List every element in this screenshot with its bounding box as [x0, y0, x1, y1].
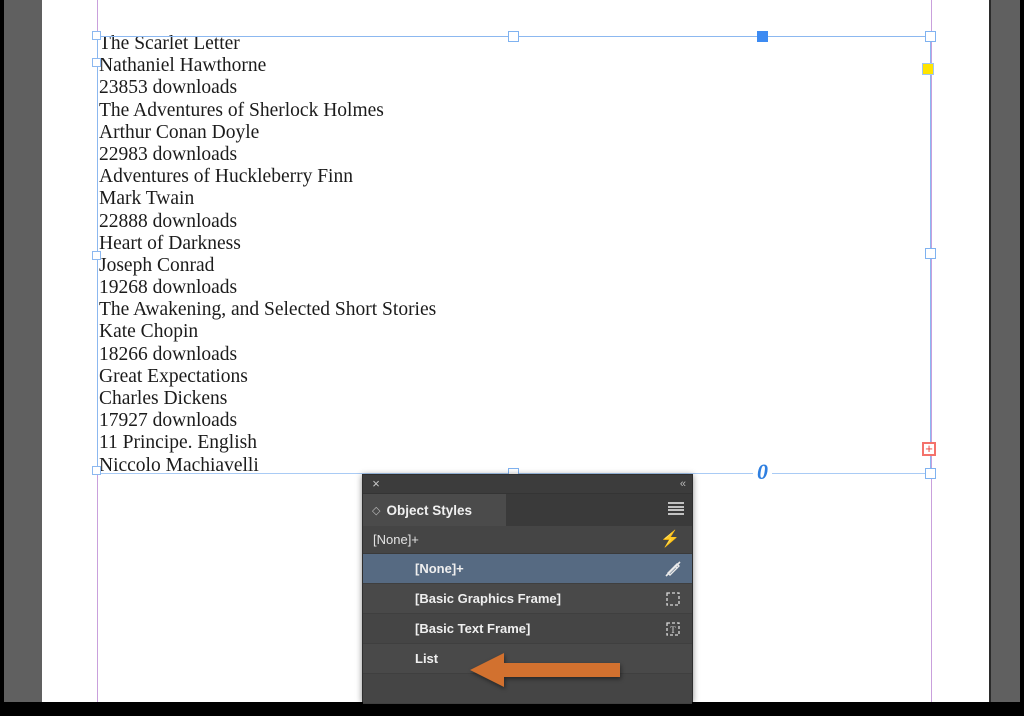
text-outport[interactable]	[92, 466, 101, 475]
svg-text:T: T	[670, 625, 676, 635]
margin-guide-right	[931, 0, 932, 702]
style-name: [Basic Text Frame]	[415, 621, 531, 636]
current-style-field[interactable]: [None]+ ⚡	[363, 526, 692, 554]
page-edge	[989, 0, 991, 702]
style-row-basic-text-frame[interactable]: [Basic Text Frame] T	[363, 614, 692, 644]
panel-grip-icon: ◇	[372, 504, 381, 517]
text-inport[interactable]	[92, 31, 101, 40]
selection-handle-top-center[interactable]	[508, 31, 519, 42]
style-name: [None]+	[415, 561, 464, 576]
graphics-frame-icon[interactable]	[664, 590, 682, 608]
text-inport-secondary[interactable]	[92, 58, 101, 67]
style-name: [Basic Graphics Frame]	[415, 591, 561, 606]
hamburger-menu-icon[interactable]	[668, 502, 684, 515]
selection-handle-bottom-right[interactable]	[925, 468, 936, 479]
overset-text-indicator[interactable]	[922, 442, 936, 456]
text-port-middle-left[interactable]	[92, 251, 101, 260]
tab-label: Object Styles	[386, 502, 473, 518]
application-window: The Scarlet Letter Nathaniel Hawthorne 2…	[0, 0, 1024, 716]
text-frame-icon[interactable]: T	[664, 620, 682, 638]
selection-handle-middle-right[interactable]	[925, 248, 936, 259]
collapse-panel-icon[interactable]: «	[680, 477, 686, 491]
lightning-bolt-icon[interactable]: ⚡	[660, 530, 680, 550]
tab-object-styles[interactable]: ◇ Object Styles	[363, 494, 506, 526]
annotation-arrow-icon	[470, 653, 620, 687]
no-pen-icon[interactable]	[664, 560, 682, 578]
style-row-basic-graphics-frame[interactable]: [Basic Graphics Frame]	[363, 584, 692, 614]
selected-text-frame[interactable]	[97, 36, 931, 474]
panel-titlebar[interactable]: × «	[363, 475, 692, 494]
page-number-marker: 0	[753, 461, 772, 483]
panel-tab-strip[interactable]: ◇ Object Styles	[363, 494, 692, 526]
selection-handle-top-right[interactable]	[925, 31, 936, 42]
corner-radius-handle[interactable]	[922, 63, 934, 75]
close-icon[interactable]: ×	[369, 477, 383, 491]
style-row-none[interactable]: [None]+	[363, 554, 692, 584]
current-style-label: [None]+	[373, 532, 419, 547]
style-name: List	[415, 651, 439, 666]
selection-handle-active[interactable]	[757, 31, 768, 42]
